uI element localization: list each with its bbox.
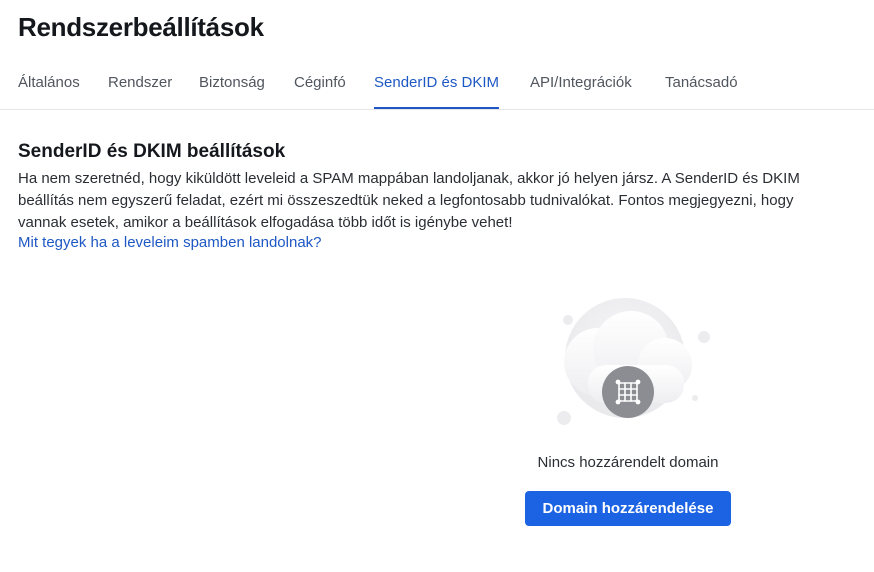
empty-state-text: Nincs hozzárendelt domain: [537, 454, 719, 471]
tab-rendszer[interactable]: Rendszer: [108, 74, 172, 109]
page-title: Rendszerbeállítások: [18, 12, 264, 42]
tab-api-integraciok[interactable]: API/Integrációk: [530, 74, 632, 109]
empty-state-illustration: [552, 295, 712, 435]
settings-tabs: Általános Rendszer Biztonság Céginfó Sen…: [0, 64, 874, 110]
tab-ceginfo[interactable]: Céginfó: [294, 74, 346, 109]
section-title: SenderID és DKIM beállítások: [18, 141, 286, 162]
tab-biztonsag[interactable]: Biztonság: [199, 74, 265, 109]
spam-help-link[interactable]: Mit tegyek ha a leveleim spamben landoln…: [18, 234, 322, 251]
network-globe-icon: [602, 366, 654, 418]
assign-domain-button[interactable]: Domain hozzárendelése: [525, 491, 731, 526]
tab-tanacsado[interactable]: Tanácsadó: [665, 74, 738, 109]
section-description: Ha nem szeretnéd, hogy kiküldött levelei…: [18, 170, 800, 231]
tab-altalanos[interactable]: Általános: [18, 74, 80, 109]
tab-senderid-dkim[interactable]: SenderID és DKIM: [374, 74, 500, 109]
